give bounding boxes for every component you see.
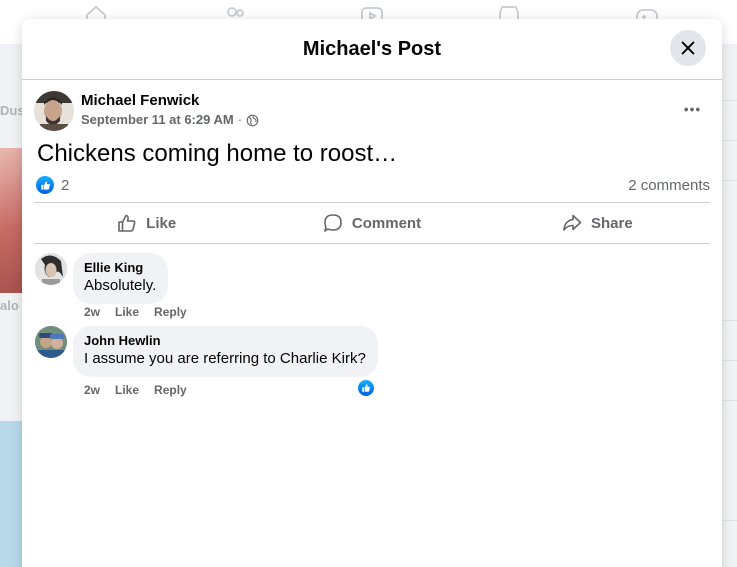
divider xyxy=(722,400,737,401)
comment-like-button[interactable]: Like xyxy=(115,383,139,397)
post-header: Michael Fenwick September 11 at 6:29 AM … xyxy=(34,91,259,131)
commenter-avatar[interactable] xyxy=(35,253,67,285)
divider xyxy=(722,520,737,521)
close-icon xyxy=(681,41,695,55)
comment-age[interactable]: 2w xyxy=(84,305,100,319)
author-avatar[interactable] xyxy=(34,91,74,131)
more-options-button[interactable] xyxy=(676,99,708,119)
background-label: alo xyxy=(0,298,19,313)
dialog-header: Michael's Post xyxy=(22,19,722,80)
comment-actions: 2w Like Reply xyxy=(84,383,202,397)
close-button[interactable] xyxy=(670,30,706,66)
commenter-avatar[interactable] xyxy=(35,326,67,358)
like-reaction-icon xyxy=(36,176,54,194)
post-meta: September 11 at 6:29 AM · xyxy=(81,111,259,129)
divider xyxy=(722,140,737,141)
divider xyxy=(722,100,737,101)
background-image xyxy=(0,421,22,567)
divider xyxy=(722,180,737,181)
background-label: Dus xyxy=(0,103,25,118)
comments-count-link[interactable]: 2 comments xyxy=(628,177,710,194)
background-photo xyxy=(0,148,22,293)
more-horizontal-icon xyxy=(684,107,700,111)
comment-bubble: John Hewlin I assume you are referring t… xyxy=(73,326,378,377)
comment-actions: 2w Like Reply xyxy=(84,305,202,319)
comment-icon xyxy=(324,214,342,232)
reactions-summary[interactable]: 2 xyxy=(36,176,69,194)
comment-button-label: Comment xyxy=(351,214,422,232)
post-action-bar: Like Comment Share xyxy=(34,202,710,244)
share-button-label: Share xyxy=(590,214,633,232)
comment-like-button[interactable]: Like xyxy=(115,305,139,319)
meta-separator: · xyxy=(237,112,243,127)
post-dialog: Michael's Post Michael Fenwick September… xyxy=(22,19,722,567)
comment-age[interactable]: 2w xyxy=(84,383,100,397)
comment-bubble: Ellie King Absolutely. xyxy=(73,253,169,304)
like-button[interactable]: Like xyxy=(34,203,259,243)
like-icon[interactable] xyxy=(357,379,375,397)
post-author-name[interactable]: Michael Fenwick xyxy=(81,91,259,111)
divider xyxy=(722,360,737,361)
share-button[interactable]: Share xyxy=(485,203,710,243)
comment-text: I assume you are referring to Charlie Ki… xyxy=(84,350,366,367)
thumbs-up-icon xyxy=(118,214,136,232)
divider xyxy=(722,320,737,321)
comment-author[interactable]: Ellie King xyxy=(84,260,156,276)
comment-reply-button[interactable]: Reply xyxy=(154,383,187,397)
dialog-title: Michael's Post xyxy=(302,37,442,60)
post-text: Chickens coming home to roost… xyxy=(37,140,398,167)
comment-item: Ellie King Absolutely. xyxy=(35,253,169,304)
share-icon xyxy=(563,214,582,231)
post-timestamp[interactable]: September 11 at 6:29 AM xyxy=(81,111,234,129)
reaction-count: 2 xyxy=(61,176,70,194)
comment-button[interactable]: Comment xyxy=(259,203,484,243)
like-button-label: Like xyxy=(146,214,177,232)
comment-author[interactable]: John Hewlin xyxy=(84,333,366,349)
comment-item: John Hewlin I assume you are referring t… xyxy=(35,326,378,377)
comment-text: Absolutely. xyxy=(84,277,157,294)
comment-reply-button[interactable]: Reply xyxy=(154,305,187,319)
globe-icon[interactable] xyxy=(246,114,259,127)
